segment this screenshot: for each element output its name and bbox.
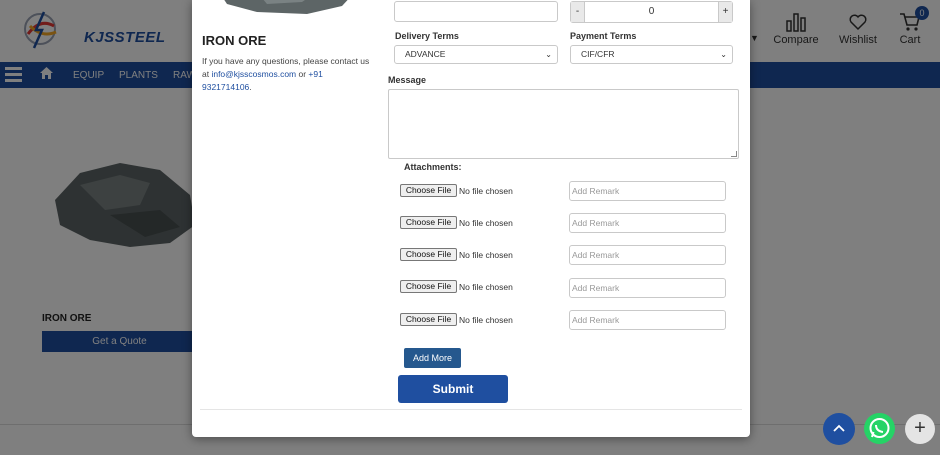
message-textarea[interactable] xyxy=(388,89,739,159)
remark-input[interactable]: Add Remark xyxy=(569,310,726,330)
delivery-terms-select[interactable]: ADVANCE ⌄ xyxy=(394,45,558,64)
modal-footer-divider xyxy=(200,409,742,410)
message-label: Message xyxy=(388,75,427,85)
payment-terms-select[interactable]: CIF/CFR ⌄ xyxy=(570,45,733,64)
file-status: No file chosen xyxy=(459,315,513,325)
scroll-top-button[interactable] xyxy=(823,413,855,445)
product-thumbnail xyxy=(224,0,348,14)
submit-button[interactable]: Submit xyxy=(398,375,508,403)
add-more-button[interactable]: Add More xyxy=(404,348,461,368)
delivery-terms-label: Delivery Terms xyxy=(395,31,459,41)
contact-or: or xyxy=(296,69,309,79)
resize-handle-icon[interactable] xyxy=(731,151,737,157)
choose-file-button[interactable]: Choose File xyxy=(400,248,457,261)
whatsapp-icon xyxy=(869,418,890,438)
quantity-stepper: - 0 + xyxy=(570,1,733,23)
file-status: No file chosen xyxy=(459,218,513,228)
quantity-increment-button[interactable]: + xyxy=(718,2,732,22)
payment-terms-label: Payment Terms xyxy=(570,31,637,41)
payment-terms-value: CIF/CFR xyxy=(581,49,615,59)
contact-end: . xyxy=(249,82,252,92)
quantity-value[interactable]: 0 xyxy=(585,2,718,22)
quote-modal: IRON ORE If you have any questions, plea… xyxy=(192,0,750,437)
chevron-down-icon: ⌄ xyxy=(545,50,552,59)
choose-file-button[interactable]: Choose File xyxy=(400,280,457,293)
remark-input[interactable]: Add Remark xyxy=(569,213,726,233)
attachments-label: Attachments: xyxy=(404,162,462,172)
file-status: No file chosen xyxy=(459,250,513,260)
delivery-terms-value: ADVANCE xyxy=(405,49,446,59)
chevron-down-icon: ⌄ xyxy=(720,50,727,59)
choose-file-button[interactable]: Choose File xyxy=(400,184,457,197)
product-title: IRON ORE xyxy=(202,33,267,48)
chevron-up-icon xyxy=(833,424,845,432)
remark-input[interactable]: Add Remark xyxy=(569,181,726,201)
file-status: No file chosen xyxy=(459,186,513,196)
whatsapp-button[interactable] xyxy=(864,413,895,444)
choose-file-button[interactable]: Choose File xyxy=(400,216,457,229)
remark-input[interactable]: Add Remark xyxy=(569,278,726,298)
choose-file-button[interactable]: Choose File xyxy=(400,313,457,326)
quantity-decrement-button[interactable]: - xyxy=(571,2,585,22)
remark-input[interactable]: Add Remark xyxy=(569,245,726,265)
contact-email-link[interactable]: info@kjsscosmos.com xyxy=(211,69,296,79)
file-status: No file chosen xyxy=(459,282,513,292)
top-input-field[interactable] xyxy=(394,1,558,22)
contact-info: If you have any questions, please contac… xyxy=(202,55,372,94)
expand-button[interactable]: + xyxy=(905,414,935,444)
